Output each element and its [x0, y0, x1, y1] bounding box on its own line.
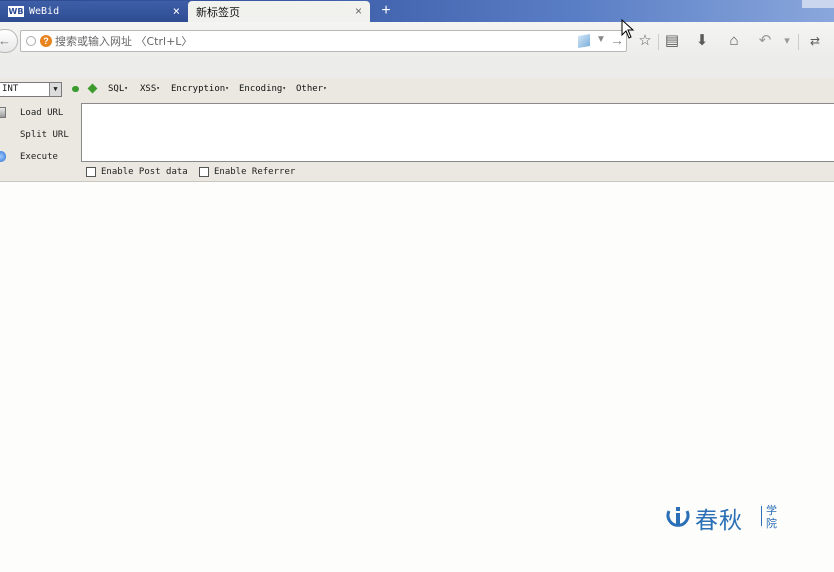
- checkbox-label: Enable Post data: [101, 167, 188, 177]
- menu-label: XSS: [140, 84, 157, 94]
- globe-icon: [26, 36, 36, 46]
- tab-new-tab[interactable]: 新标签页 ×: [188, 1, 370, 22]
- execute-icon: [0, 151, 6, 162]
- type-select-value: INT: [2, 84, 19, 94]
- caret-icon: ▾: [323, 85, 327, 92]
- split-url-label: Split URL: [20, 130, 69, 140]
- tab-title: 新标签页: [196, 6, 240, 19]
- split-url-button[interactable]: Split URL: [0, 126, 80, 144]
- execute-label: Execute: [20, 152, 58, 162]
- overflow-icon[interactable]: ⇄: [806, 32, 824, 50]
- load-url-label: Load URL: [20, 108, 64, 118]
- menu-encoding[interactable]: Encoding▾: [239, 84, 286, 94]
- cube-icon: [578, 33, 590, 49]
- caret-icon: ▾: [282, 85, 286, 92]
- hackbar-options: Enable Post data Enable Referrer: [0, 162, 834, 182]
- url-bar[interactable]: ? ▼ →: [20, 30, 627, 52]
- bookmark-star-icon[interactable]: ☆: [636, 32, 654, 50]
- enable-post-data-checkbox[interactable]: Enable Post data: [86, 167, 188, 177]
- menu-label: Encryption: [171, 84, 226, 94]
- caret-icon: ▾: [124, 85, 128, 92]
- undo-icon[interactable]: ↶: [756, 32, 774, 50]
- undo-dropdown-icon[interactable]: ▾: [778, 32, 796, 50]
- tab-strip: WB WeBid × 新标签页 × +: [0, 0, 834, 22]
- checkbox-box[interactable]: [86, 167, 96, 177]
- history-dropdown-icon[interactable]: ▼: [596, 34, 606, 45]
- menu-sql[interactable]: SQL▾: [108, 84, 128, 94]
- tab-title: WeBid: [29, 6, 60, 17]
- caret-icon: ▾: [156, 85, 160, 92]
- hackbar-body: Load URL Split URL Execute: [0, 102, 834, 162]
- load-url-button[interactable]: Load URL: [0, 104, 80, 122]
- window-edge: [802, 0, 834, 8]
- toolbar-separator: [658, 34, 659, 50]
- reading-list-icon[interactable]: ▤: [663, 32, 681, 50]
- enable-referrer-checkbox[interactable]: Enable Referrer: [199, 167, 295, 177]
- brand-divider: [761, 506, 762, 526]
- menu-label: Other: [296, 84, 324, 94]
- tab-webid[interactable]: WB WeBid ×: [0, 1, 188, 22]
- new-tab-button[interactable]: +: [376, 2, 396, 20]
- home-icon[interactable]: ⌂: [725, 32, 743, 50]
- back-arrow-icon: ←: [0, 33, 11, 48]
- mouse-cursor-icon: [621, 19, 635, 39]
- menu-label: Encoding: [239, 84, 283, 94]
- split-url-icon: [0, 127, 8, 142]
- tab-close-icon[interactable]: ×: [173, 4, 180, 18]
- site-info-icon[interactable]: ?: [40, 35, 52, 47]
- brand-text: 春秋: [695, 508, 743, 534]
- menu-label: SQL: [108, 84, 125, 94]
- increase-icon[interactable]: [87, 83, 98, 94]
- load-url-icon: [0, 107, 6, 118]
- back-button[interactable]: ←: [0, 29, 18, 53]
- hackbar-toolbar: INT ▼ SQL▾ XSS▾ Encryption▾ Encoding▾ Ot…: [0, 78, 834, 102]
- select-arrow-icon: ▼: [49, 83, 61, 96]
- checkbox-box[interactable]: [199, 167, 209, 177]
- download-icon[interactable]: ⬇: [693, 32, 711, 50]
- menu-xss[interactable]: XSS▾: [140, 84, 160, 94]
- toolbar-separator: [798, 34, 799, 50]
- url-input[interactable]: [55, 33, 555, 49]
- tab-close-icon[interactable]: ×: [355, 4, 362, 18]
- toolbar-spacer: [0, 60, 834, 78]
- decrease-icon[interactable]: [72, 86, 79, 92]
- webid-favicon-icon: WB: [8, 6, 24, 17]
- type-select[interactable]: INT ▼: [0, 82, 62, 97]
- menu-other[interactable]: Other▾: [296, 84, 327, 94]
- ichunqiu-logo-icon: [666, 507, 690, 527]
- nav-bar: ← ? ▼ → ☆ ▤ ⬇ ⌂ ↶ ▾ ⇄: [0, 22, 834, 60]
- checkbox-label: Enable Referrer: [214, 167, 296, 177]
- menu-encryption[interactable]: Encryption▾: [171, 84, 229, 94]
- brand-sub-bottom: 院: [766, 517, 777, 530]
- caret-icon: ▾: [225, 85, 229, 92]
- hackbar-url-textarea[interactable]: [81, 103, 834, 162]
- ichunqiu-watermark: 春秋 学 院: [665, 501, 789, 534]
